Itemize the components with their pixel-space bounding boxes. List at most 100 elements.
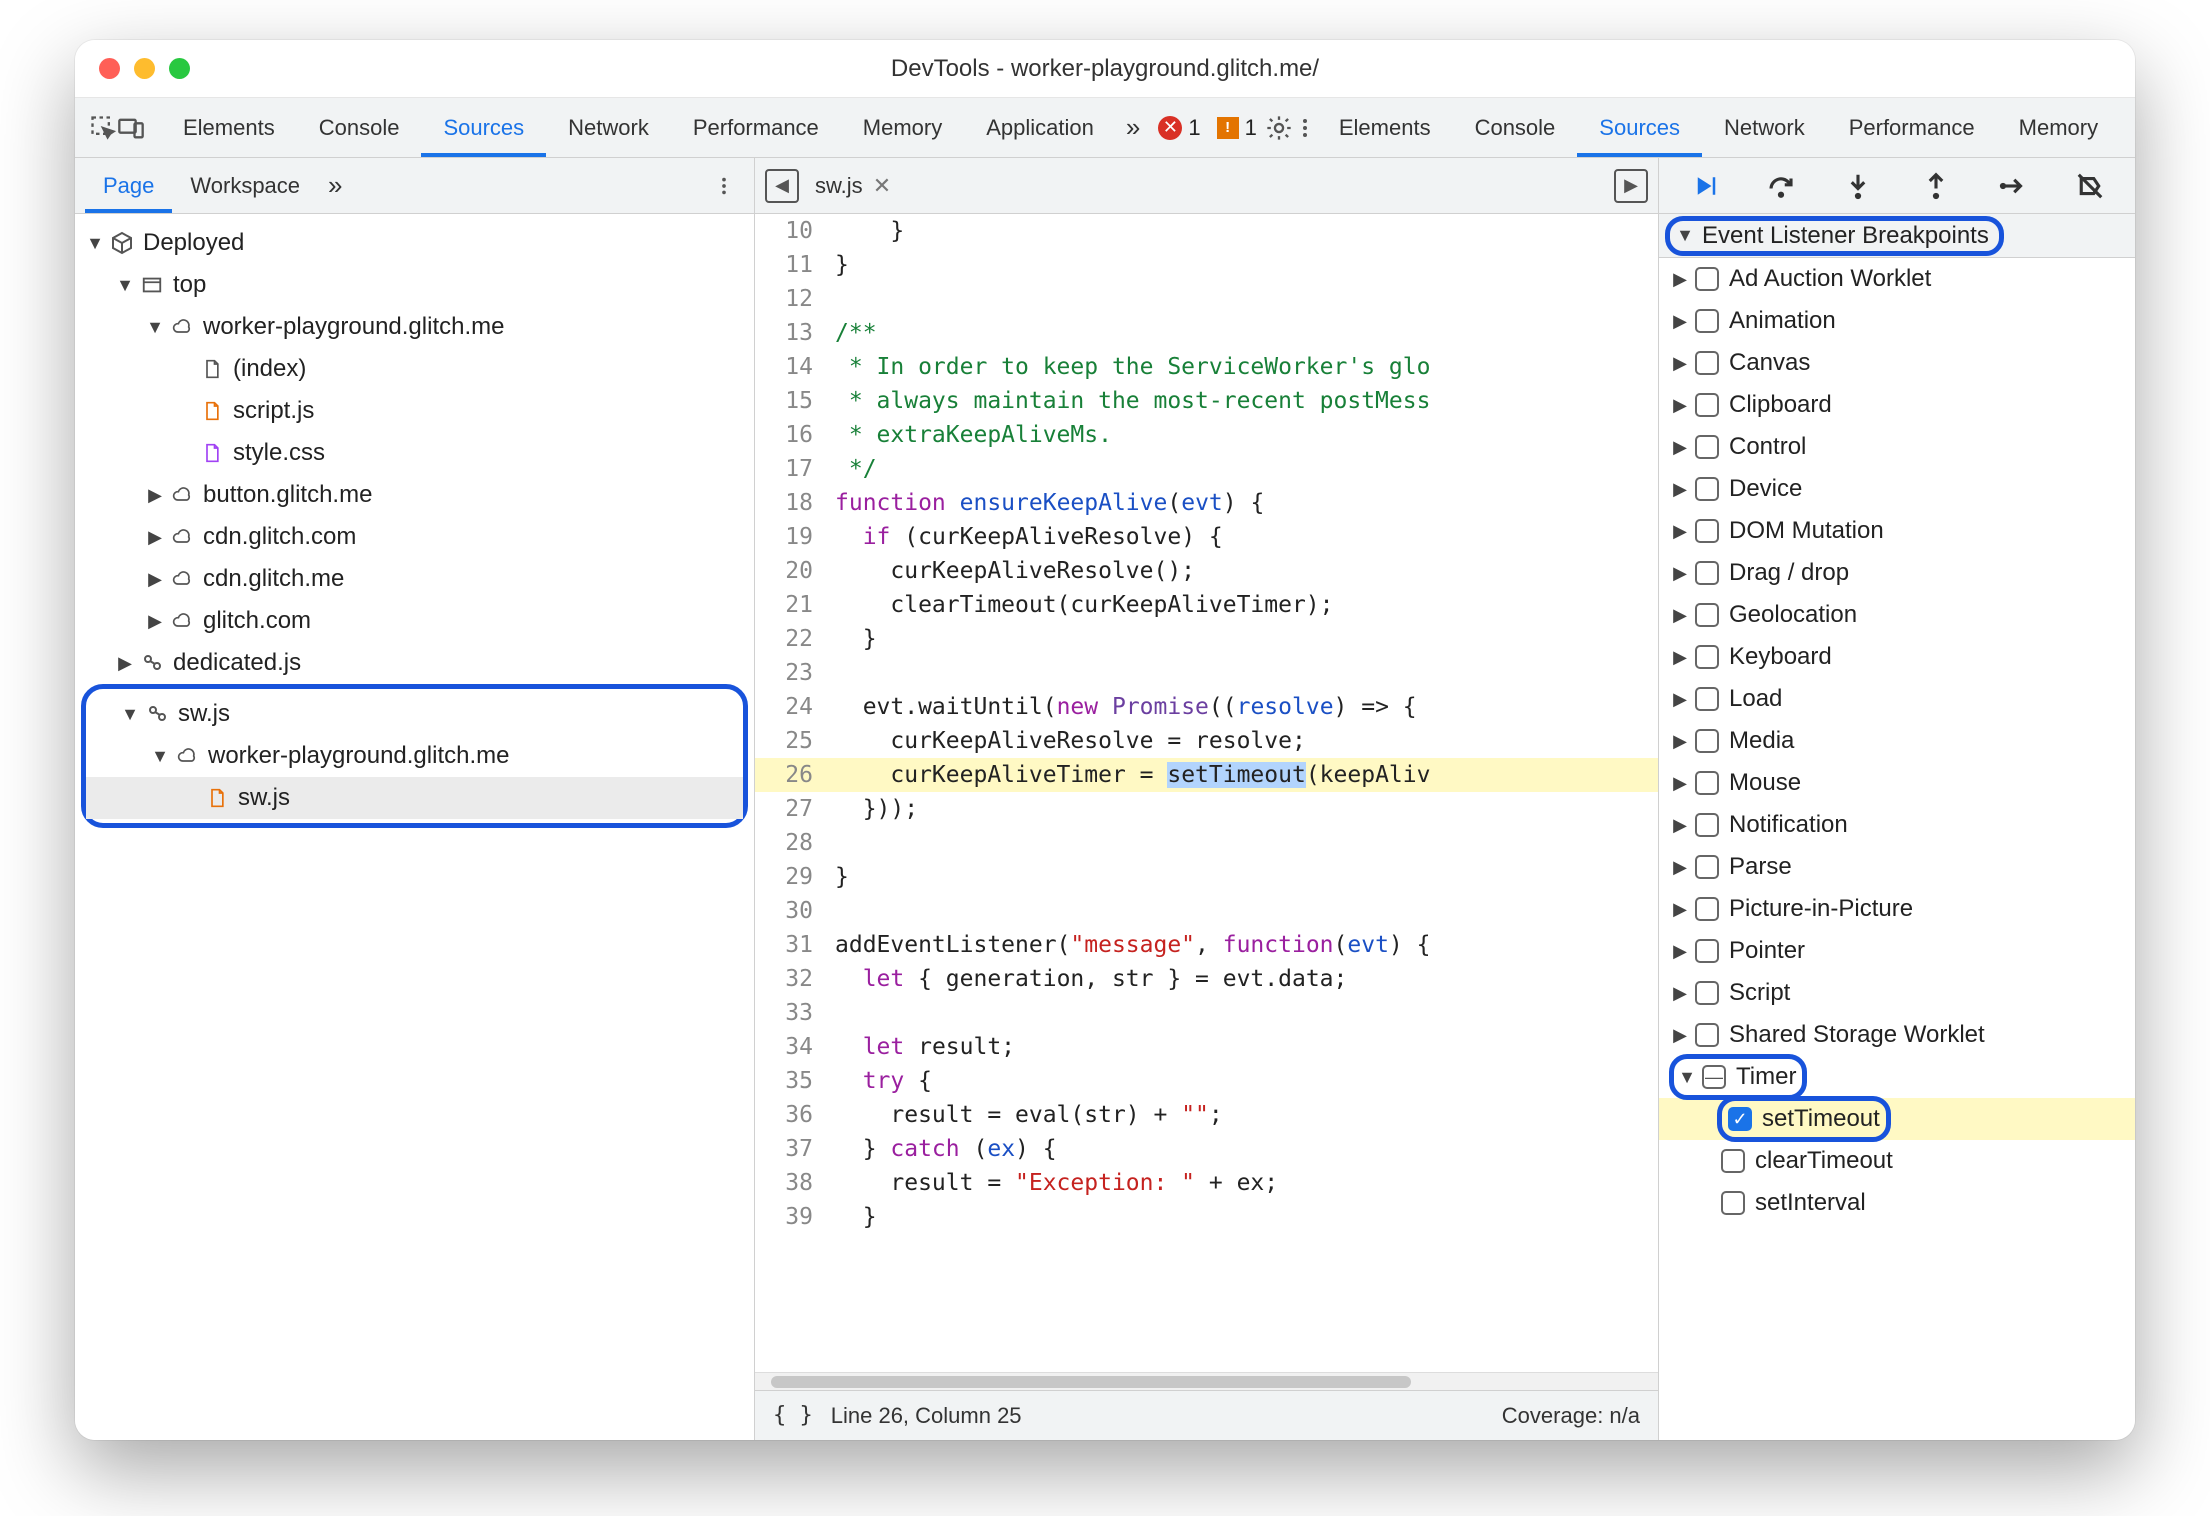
step-over-icon[interactable] [1758,163,1804,209]
checkbox-icon[interactable] [1695,729,1719,753]
tab-elements[interactable]: Elements [1317,98,1453,157]
checkbox-icon[interactable] [1695,771,1719,795]
inspect-element-icon[interactable] [89,108,117,148]
deactivate-breakpoints-icon[interactable] [2067,163,2113,209]
breakpoint-category[interactable]: ▶Picture-in-Picture [1659,888,2135,930]
tab-network[interactable]: Network [546,98,671,157]
checkbox-mixed-icon[interactable]: — [1702,1065,1726,1089]
step-into-icon[interactable] [1835,163,1881,209]
breakpoint-item-cleartimeout[interactable]: clearTimeout [1659,1140,2135,1182]
tab-console[interactable]: Console [1453,98,1578,157]
breakpoint-category[interactable]: ▶Keyboard [1659,636,2135,678]
tab-memory[interactable]: Memory [1997,98,2120,157]
checkbox-icon[interactable] [1695,687,1719,711]
checkbox-icon[interactable] [1695,393,1719,417]
navigator-tab-page[interactable]: Page [85,158,172,213]
checkbox-icon[interactable] [1695,897,1719,921]
breakpoint-category[interactable]: ▶Drag / drop [1659,552,2135,594]
error-count[interactable]: ✕ 1 [1158,115,1200,141]
checkbox-icon[interactable] [1695,981,1719,1005]
checkbox-icon[interactable] [1695,855,1719,879]
tree-sw-file[interactable]: sw.js [86,777,743,819]
checkbox-icon[interactable] [1695,1023,1719,1047]
warning-count[interactable]: ! 1 [1217,115,1257,141]
tab-network[interactable]: Network [1702,98,1827,157]
breakpoint-category[interactable]: ▶Mouse [1659,762,2135,804]
checkbox-icon[interactable] [1695,351,1719,375]
breakpoint-category[interactable]: ▶Control [1659,426,2135,468]
more-menu-icon[interactable] [1293,108,1317,148]
tab-console[interactable]: Console [297,98,422,157]
file-tab-swjs[interactable]: sw.js ✕ [805,158,901,213]
resume-icon[interactable] [1681,163,1727,209]
checkbox-icon[interactable] [1695,939,1719,963]
category-timer[interactable]: ▼ — Timer [1659,1056,2135,1098]
breakpoint-category[interactable]: ▶Media [1659,720,2135,762]
settings-icon[interactable] [1265,108,1293,148]
checkbox-icon[interactable] [1695,519,1719,543]
checkbox-icon[interactable] [1695,813,1719,837]
tree-file[interactable]: script.js [75,390,754,432]
tree-sw-origin[interactable]: ▼worker-playground.glitch.me [86,735,743,777]
tree-file[interactable]: style.css [75,432,754,474]
section-event-listener-breakpoints[interactable]: ▼ Event Listener Breakpoints [1659,214,2135,258]
breakpoint-category[interactable]: ▶Geolocation [1659,594,2135,636]
tree-deployed[interactable]: ▼Deployed [75,222,754,264]
tab-performance[interactable]: Performance [1827,98,1997,157]
tree-sw-group[interactable]: ▼sw.js [86,693,743,735]
breakpoint-category[interactable]: ▶Clipboard [1659,384,2135,426]
checkbox-icon[interactable] [1695,603,1719,627]
breakpoint-item-settimeout[interactable]: ✓setTimeout [1659,1098,2135,1140]
step-icon[interactable] [1990,163,2036,209]
tree-origin[interactable]: ▼worker-playground.glitch.me [75,306,754,348]
navigator-tab-workspace[interactable]: Workspace [172,158,318,213]
checkbox-icon[interactable]: ✓ [1728,1107,1752,1131]
editor-scrollbar[interactable] [755,1372,1658,1390]
breakpoint-category[interactable]: ▶Device [1659,468,2135,510]
tab-performance[interactable]: Performance [671,98,841,157]
tab-elements[interactable]: Elements [161,98,297,157]
tab-memory[interactable]: Memory [841,98,964,157]
frame-icon [139,272,165,298]
checkbox-icon[interactable] [1695,309,1719,333]
checkbox-icon[interactable] [1695,435,1719,459]
device-toolbar-icon[interactable] [117,108,145,148]
close-tab-icon[interactable]: ✕ [873,173,891,199]
breakpoint-category[interactable]: ▶Animation [1659,300,2135,342]
breakpoint-category[interactable]: ▶Ad Auction Worklet [1659,258,2135,300]
tree-top[interactable]: ▼top [75,264,754,306]
breakpoint-item-setinterval[interactable]: setInterval [1659,1182,2135,1224]
checkbox-icon[interactable] [1721,1191,1745,1215]
checkbox-icon[interactable] [1695,645,1719,669]
tree-origin-collapsed[interactable]: ▶button.glitch.me [75,474,754,516]
step-out-icon[interactable] [1913,163,1959,209]
tree-dedicated[interactable]: ▶dedicated.js [75,642,754,684]
tab-application[interactable]: Application [964,98,1116,157]
toggle-debugger-icon[interactable]: ▶ [1614,169,1648,203]
breakpoint-category[interactable]: ▶Script [1659,972,2135,1014]
navigator-menu-icon[interactable] [704,166,744,206]
tree-file[interactable]: (index) [75,348,754,390]
breakpoint-category[interactable]: ▶Parse [1659,846,2135,888]
breakpoint-category[interactable]: ▶Load [1659,678,2135,720]
pretty-print-icon[interactable]: { } [773,1403,813,1428]
checkbox-icon[interactable] [1695,477,1719,501]
breakpoint-category[interactable]: ▶Canvas [1659,342,2135,384]
tree-origin-collapsed[interactable]: ▶cdn.glitch.me [75,558,754,600]
breakpoint-category[interactable]: ▶Notification [1659,804,2135,846]
tree-origin-collapsed[interactable]: ▶cdn.glitch.com [75,516,754,558]
breakpoint-category[interactable]: ▶Pointer [1659,930,2135,972]
tab-sources[interactable]: Sources [421,98,546,157]
checkbox-icon[interactable] [1695,267,1719,291]
tree-origin-collapsed[interactable]: ▶glitch.com [75,600,754,642]
navigator-more-icon[interactable]: » [318,170,352,201]
tab-sources[interactable]: Sources [1577,98,1702,157]
more-tabs-icon[interactable]: » [1116,112,1150,143]
code-editor[interactable]: 10 }11}1213/**14 * In order to keep the … [755,214,1658,1372]
checkbox-icon[interactable] [1721,1149,1745,1173]
tab-application[interactable]: Application [2120,98,2135,157]
toggle-navigator-icon[interactable]: ◀ [765,169,799,203]
breakpoint-category[interactable]: ▶Shared Storage Worklet [1659,1014,2135,1056]
checkbox-icon[interactable] [1695,561,1719,585]
breakpoint-category[interactable]: ▶DOM Mutation [1659,510,2135,552]
